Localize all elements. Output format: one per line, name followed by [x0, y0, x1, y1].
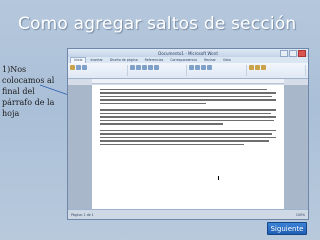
style-icon [254, 65, 260, 70]
text-line [100, 102, 206, 105]
paste-icon [70, 65, 75, 70]
ribbon-body [68, 63, 308, 79]
text-line [100, 116, 276, 118]
ribbon-tab: Insertar [90, 58, 103, 62]
justify-icon [207, 65, 212, 70]
cut-icon [76, 65, 81, 70]
slide-title: Como agregar saltos de sección [18, 14, 297, 34]
text-line [100, 109, 276, 111]
text-line [100, 129, 276, 132]
text-line [100, 112, 271, 115]
next-button[interactable]: Siguiente [267, 222, 307, 235]
ribbon-group-clipboard [70, 65, 128, 76]
text-line [100, 143, 245, 146]
document-area [68, 85, 308, 209]
maximize-icon [289, 50, 297, 57]
ribbon-tab: Correspondencia [170, 58, 198, 62]
ribbon-tab: Inicio [70, 57, 87, 63]
ribbon-tab: Referencias [144, 58, 164, 62]
align-right-icon [201, 65, 206, 70]
bold-icon [129, 65, 135, 70]
ribbon-group-styles [248, 65, 306, 76]
ribbon-tab: Diseño de página [109, 58, 138, 62]
text-line [100, 119, 275, 122]
text-line [100, 95, 273, 98]
document-page [92, 85, 284, 209]
ribbon-tab: Vista [222, 58, 231, 62]
text-line [100, 136, 276, 139]
align-center-icon [195, 65, 200, 70]
text-line [100, 140, 269, 142]
window-controls [280, 50, 306, 57]
minimize-icon [280, 50, 288, 57]
app-titlebar: Documento1 - Microsoft Word [68, 49, 308, 57]
text-line [100, 123, 224, 125]
ribbon-group-font [129, 65, 187, 76]
word-screenshot: Documento1 - Microsoft Word Inicio Inser… [67, 48, 309, 220]
text-line [100, 99, 276, 101]
font-color-icon [147, 65, 153, 70]
slide-caption: 1)Nos colocamos al final del párrafo de … [2, 65, 55, 118]
text-cursor [218, 176, 219, 180]
zoom-level: 100% [295, 212, 305, 217]
ruler [92, 79, 284, 84]
status-page: Página: 1 de 1 [71, 212, 94, 217]
highlight-icon [153, 65, 159, 70]
copy-icon [82, 65, 87, 70]
status-bar: Página: 1 de 1 100% [68, 209, 308, 219]
app-title: Documento1 - Microsoft Word [158, 50, 218, 56]
text-line [100, 89, 268, 91]
status-right: 100% [296, 213, 305, 217]
close-icon [298, 50, 306, 57]
text-line [100, 92, 276, 94]
ribbon-group-paragraph [189, 65, 247, 76]
underline-icon [141, 65, 147, 70]
italic-icon [135, 65, 141, 70]
text-line [100, 133, 273, 135]
ribbon-tab: Revisar [204, 58, 216, 62]
style-icon [248, 65, 254, 70]
align-left-icon [189, 65, 194, 70]
style-icon [260, 65, 266, 70]
